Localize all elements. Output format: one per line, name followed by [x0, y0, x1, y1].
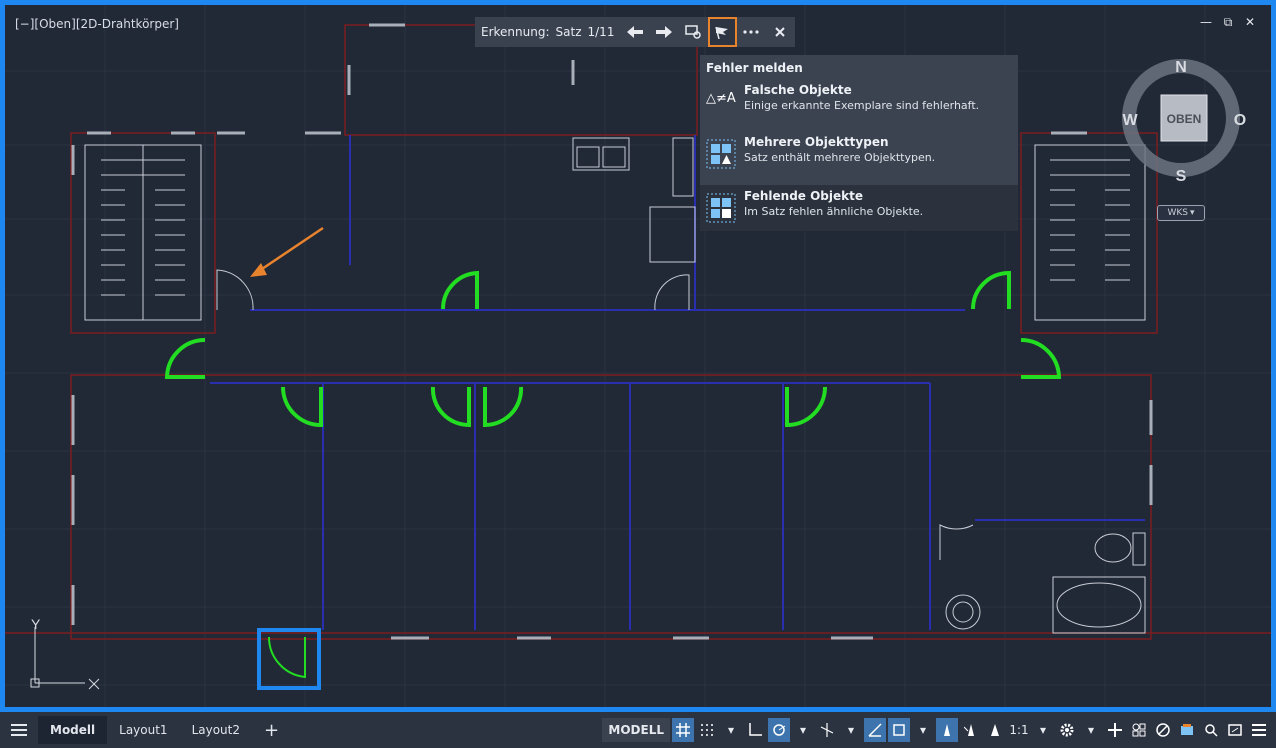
snap-icon	[701, 724, 713, 736]
arrow-right-icon	[656, 26, 673, 38]
detection-label: Erkennung:	[481, 25, 550, 39]
menu-button[interactable]	[0, 716, 38, 744]
ucs-axis-icon: Y	[30, 617, 100, 690]
isolate-icon	[1156, 723, 1170, 737]
workspace-dropdown[interactable]: ▾	[1080, 718, 1102, 742]
gear-icon	[1060, 723, 1074, 737]
set-counter: 1/11	[587, 25, 615, 39]
search-icon	[1205, 724, 1218, 737]
window-controls: — ⧉ ✕	[1199, 15, 1257, 30]
menu-item-desc: Satz enthält mehrere Objekttypen.	[744, 151, 936, 164]
report-flag-icon	[715, 26, 729, 39]
minimize-icon[interactable]: —	[1199, 15, 1213, 30]
menu-header: Fehler melden	[706, 61, 803, 75]
snap-dropdown[interactable]: ▾	[720, 718, 742, 742]
plus-icon	[1108, 723, 1122, 737]
zoom-selection-icon	[685, 25, 701, 39]
status-tools: MODELL ▾ ▾ ▾ ▾ 1:1 ▾ ▾	[602, 716, 1270, 744]
workspace-button[interactable]	[1056, 718, 1078, 742]
menu-item-desc: Einige erkannte Exemplare sind fehlerhaf…	[744, 99, 980, 112]
compass-east[interactable]: O	[1234, 112, 1246, 129]
tab-modell[interactable]: Modell	[38, 716, 108, 744]
floor-plan-drawing[interactable]	[5, 5, 1276, 712]
auto-scale-icon	[964, 724, 974, 736]
customize-button[interactable]	[1248, 718, 1270, 742]
viewport-label[interactable]: [−][Oben][2D-Drahtkörper]	[15, 17, 179, 31]
units-icon	[1132, 723, 1146, 737]
object-snap-tracking-button[interactable]	[864, 718, 886, 742]
more-icon	[743, 30, 760, 34]
menu-item-desc: Im Satz fehlen ähnliche Objekte.	[744, 205, 924, 218]
zoom-selection-button[interactable]	[679, 17, 708, 47]
osnap-icon	[893, 724, 905, 736]
detection-toolbar: Erkennung: Satz 1/11	[475, 17, 795, 47]
next-button[interactable]	[650, 17, 679, 47]
viewcube[interactable]: OBEN N S W O	[1120, 55, 1250, 185]
osnap-dropdown[interactable]: ▾	[912, 718, 934, 742]
osnap-tracking-icon	[868, 723, 882, 737]
menu-item-title: Falsche Objekte	[744, 83, 852, 97]
customization-icon	[1252, 724, 1266, 736]
units-button[interactable]	[1128, 718, 1150, 742]
menu-item-multiple-types[interactable]: Mehrere Objekttypen Satz enthält mehrere…	[700, 131, 1018, 177]
menu-item-title: Fehlende Objekte	[744, 189, 863, 203]
more-button[interactable]	[737, 17, 766, 47]
hardware-icon	[1181, 724, 1193, 735]
hardware-acceleration-button[interactable]	[1176, 718, 1198, 742]
compass-north[interactable]: N	[1175, 59, 1187, 76]
close-window-icon[interactable]: ✕	[1243, 15, 1257, 30]
ucs-y-label: Y	[31, 617, 41, 632]
multiple-types-icon	[706, 139, 736, 169]
tab-layout1[interactable]: Layout1	[107, 716, 179, 744]
scale-dropdown[interactable]: ▾	[1032, 718, 1054, 742]
object-snap-button[interactable]	[888, 718, 910, 742]
polar-dropdown[interactable]: ▾	[792, 718, 814, 742]
close-icon	[775, 27, 786, 37]
isodraft-dropdown[interactable]: ▾	[840, 718, 862, 742]
missing-objects-icon	[706, 193, 736, 223]
previous-button[interactable]	[620, 17, 649, 47]
close-toolbar-button[interactable]	[766, 17, 795, 47]
report-error-button[interactable]	[707, 17, 737, 47]
tab-layout2[interactable]: Layout2	[180, 716, 252, 744]
polar-button[interactable]	[768, 718, 790, 742]
annotation-scale-icon	[991, 724, 999, 736]
menu-item-wrong-objects[interactable]: △≠A Falsche Objekte Einige erkannte Exem…	[700, 79, 1018, 125]
status-bar: Modell Layout1 Layout2 + MODELL ▾ ▾ ▾ ▾ …	[0, 712, 1276, 748]
menu-item-title: Mehrere Objekttypen	[744, 135, 889, 149]
ortho-button[interactable]	[744, 718, 766, 742]
not-equal-objects-icon: △≠A	[706, 91, 736, 106]
add-layout-button[interactable]: +	[252, 716, 291, 744]
annotation-monitor-button[interactable]	[1104, 718, 1126, 742]
grid-button[interactable]	[672, 718, 694, 742]
grid-icon	[676, 723, 690, 737]
ortho-icon	[749, 723, 762, 736]
quick-properties-button[interactable]	[1200, 718, 1222, 742]
clean-screen-button[interactable]	[1224, 718, 1246, 742]
auto-scale-button[interactable]	[960, 718, 982, 742]
annotation-visibility-button[interactable]	[936, 718, 958, 742]
viewcube-face[interactable]: OBEN	[1167, 112, 1202, 126]
arrow-left-icon	[626, 26, 643, 38]
snap-button[interactable]	[696, 718, 718, 742]
isolate-objects-button[interactable]	[1152, 718, 1174, 742]
set-label: Satz	[555, 25, 582, 39]
drawing-viewport[interactable]: [−][Oben][2D-Drahtkörper] — ⧉ ✕ Erkennun…	[0, 0, 1276, 712]
annotation-visibility-icon	[944, 724, 950, 736]
annotation-scale-icon-button[interactable]	[984, 718, 1006, 742]
fullscreen-icon	[1228, 724, 1242, 736]
compass-south[interactable]: S	[1176, 168, 1187, 185]
report-error-menu: Fehler melden △≠A Falsche Objekte Einige…	[700, 55, 1018, 231]
model-space-button[interactable]: MODELL	[602, 718, 670, 742]
polar-icon	[773, 724, 786, 736]
hamburger-icon	[11, 724, 27, 736]
isodraft-button[interactable]	[816, 718, 838, 742]
ucs-label: WKS	[1167, 208, 1188, 218]
restore-icon[interactable]: ⧉	[1221, 15, 1235, 30]
annotation-scale[interactable]: 1:1	[1008, 718, 1030, 742]
ucs-dropdown[interactable]: WKS ▾	[1157, 205, 1205, 221]
compass-west[interactable]: W	[1122, 112, 1138, 129]
menu-item-missing-objects[interactable]: Fehlende Objekte Im Satz fehlen ähnliche…	[700, 185, 1018, 231]
isodraft-icon	[820, 723, 834, 737]
